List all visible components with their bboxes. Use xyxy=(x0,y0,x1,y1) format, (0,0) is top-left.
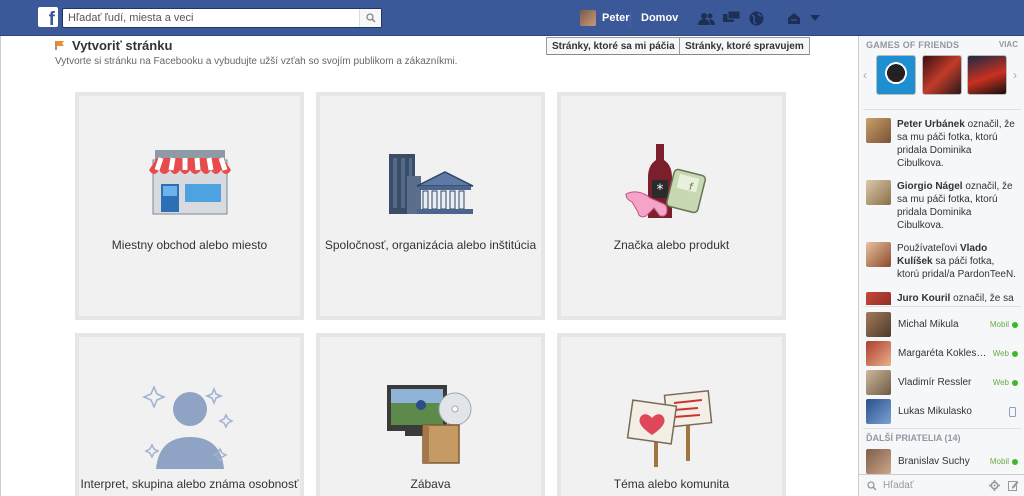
main-content: Vytvoriť stránku Vytvorte si stránku na … xyxy=(0,36,858,496)
games-more-link[interactable]: VIAC xyxy=(999,40,1018,50)
friend-source: Web xyxy=(992,349,1009,358)
game-tile-3[interactable] xyxy=(967,55,1007,95)
tile-cause-community[interactable]: Téma alebo komunita xyxy=(557,333,786,496)
compose-icon[interactable] xyxy=(1008,480,1019,491)
managed-pages-button[interactable]: Stránky, ktoré spravujem xyxy=(679,37,810,55)
top-bar: f Peter Domov xyxy=(0,0,1024,36)
settings-dropdown-icon[interactable] xyxy=(806,10,824,26)
page-title: Vytvoriť stránku xyxy=(72,38,173,53)
online-indicator xyxy=(1012,379,1018,386)
avatar xyxy=(866,399,891,424)
ticker-prefix: Používateľovi xyxy=(897,243,960,254)
page-header: Vytvoriť stránku Vytvorte si stránku na … xyxy=(55,38,457,67)
more-friends-header: ĎALŠÍ PRIATELIA (14) xyxy=(866,433,961,443)
svg-text:*: * xyxy=(656,182,663,198)
tile-brand-product[interactable]: * f Značka alebo produkt xyxy=(557,92,786,320)
friend-requests-icon[interactable] xyxy=(697,10,715,26)
ticker-item[interactable]: Používateľovi Vlado Kulíšek sa páči fotk… xyxy=(866,242,1018,281)
tile-label: Interpret, skupina alebo známa osobnosť xyxy=(80,477,299,491)
tile-label: Miestny obchod alebo miesto xyxy=(111,238,268,252)
avatar xyxy=(866,180,891,205)
avatar xyxy=(866,312,891,337)
mobile-phone-icon xyxy=(1009,406,1016,417)
search-icon xyxy=(365,13,376,23)
liked-pages-button[interactable]: Stránky, ktoré sa mi páčia xyxy=(546,37,681,55)
friend-name: Margaréta Kokles… xyxy=(898,348,987,359)
tile-label: Zábava xyxy=(410,477,451,491)
search-box xyxy=(62,8,382,28)
chat-search-bar[interactable]: Hľadať xyxy=(859,474,1024,496)
person-sparkles-icon xyxy=(141,385,234,469)
chat-search-label[interactable]: Hľadať xyxy=(883,480,989,491)
tile-label: Spoločnosť, organizácia alebo inštitúcia xyxy=(324,238,537,252)
divider xyxy=(863,109,1021,110)
signs-heart-icon xyxy=(626,389,712,467)
flag-icon xyxy=(55,41,64,50)
avatar xyxy=(866,370,891,395)
tile-label: Téma alebo komunita xyxy=(613,477,730,491)
storefront-icon xyxy=(148,150,231,215)
divider xyxy=(863,428,1021,429)
avatar xyxy=(866,242,891,267)
chat-friend-item[interactable]: Vladimír Ressler Web xyxy=(866,370,1018,395)
buildings-icon xyxy=(388,154,473,214)
games-header: GAMES OF FRIENDS VIAC xyxy=(866,40,1018,50)
avatar xyxy=(580,10,596,26)
friend-name: Michal Mikula xyxy=(898,319,959,330)
home-link[interactable]: Domov xyxy=(641,12,678,24)
nav-divider xyxy=(630,12,631,26)
tile-label: Značka alebo produkt xyxy=(613,238,730,252)
chevron-right-icon[interactable]: › xyxy=(1013,68,1017,82)
ticker-item[interactable]: Peter Urbánek označil, že sa mu páči fot… xyxy=(866,118,1018,170)
gear-icon[interactable] xyxy=(989,480,1000,491)
avatar xyxy=(866,292,891,305)
ticker-name: Giorgio Nágel xyxy=(897,181,963,192)
friend-name: Branislav Suchy xyxy=(898,456,970,467)
friend-source: Mobil xyxy=(989,457,1009,466)
messages-icon[interactable] xyxy=(722,10,740,26)
games-title: GAMES OF FRIENDS xyxy=(866,40,960,50)
online-indicator xyxy=(1012,350,1018,357)
tile-company[interactable]: Spoločnosť, organizácia alebo inštitúcia xyxy=(316,92,545,320)
divider xyxy=(863,306,1021,307)
products-icon: * f xyxy=(624,144,706,218)
chat-friend-item[interactable]: Lukas Mikulasko xyxy=(866,399,1018,424)
tile-artist-band[interactable]: Interpret, skupina alebo známa osobnosť xyxy=(75,333,304,496)
friend-name: Vladimír Ressler xyxy=(898,377,972,388)
search-icon xyxy=(867,480,877,491)
tile-local-business[interactable]: Miestny obchod alebo miesto xyxy=(75,92,304,320)
search-input[interactable] xyxy=(63,9,353,27)
chat-friend-item[interactable]: Margaréta Kokles… Web xyxy=(866,341,1018,366)
friend-name: Lukas Mikulasko xyxy=(898,406,972,417)
facebook-logo[interactable]: f xyxy=(38,7,58,29)
ticker-item[interactable]: Juro Kouril označil, že sa xyxy=(866,292,1018,305)
privacy-shortcuts-icon[interactable] xyxy=(785,10,803,26)
chat-friend-item[interactable]: Michal Mikula Mobil xyxy=(866,312,1018,337)
avatar xyxy=(866,118,891,143)
online-indicator xyxy=(1012,458,1018,465)
game-8-ball[interactable] xyxy=(876,55,916,95)
tile-entertainment[interactable]: Zábava xyxy=(316,333,545,496)
profile-link[interactable]: Peter xyxy=(580,10,630,26)
friend-source: Web xyxy=(992,378,1009,387)
right-sidebar: GAMES OF FRIENDS VIAC ‹ › Peter Urbánek … xyxy=(858,36,1024,496)
search-button[interactable] xyxy=(359,9,381,27)
notifications-globe-icon[interactable] xyxy=(747,10,765,26)
avatar xyxy=(866,449,891,474)
ticker-item[interactable]: Giorgio Nágel označil, že sa mu páči fot… xyxy=(866,180,1018,232)
online-indicator xyxy=(1012,321,1018,328)
profile-name: Peter xyxy=(602,12,630,24)
game-tile-2[interactable] xyxy=(922,55,962,95)
ticker-text: označil, že sa xyxy=(950,293,1014,304)
page-subtitle: Vytvorte si stránku na Facebooku a vybud… xyxy=(55,56,458,67)
ticker-name: Peter Urbánek xyxy=(897,119,965,130)
ticker-name: Juro Kouril xyxy=(897,293,951,304)
friend-source: Mobil xyxy=(989,320,1009,329)
avatar xyxy=(866,341,891,366)
chat-friend-item[interactable]: Branislav Suchy Mobil xyxy=(866,449,1018,474)
tv-media-icon xyxy=(386,385,471,464)
chevron-left-icon[interactable]: ‹ xyxy=(863,68,867,82)
